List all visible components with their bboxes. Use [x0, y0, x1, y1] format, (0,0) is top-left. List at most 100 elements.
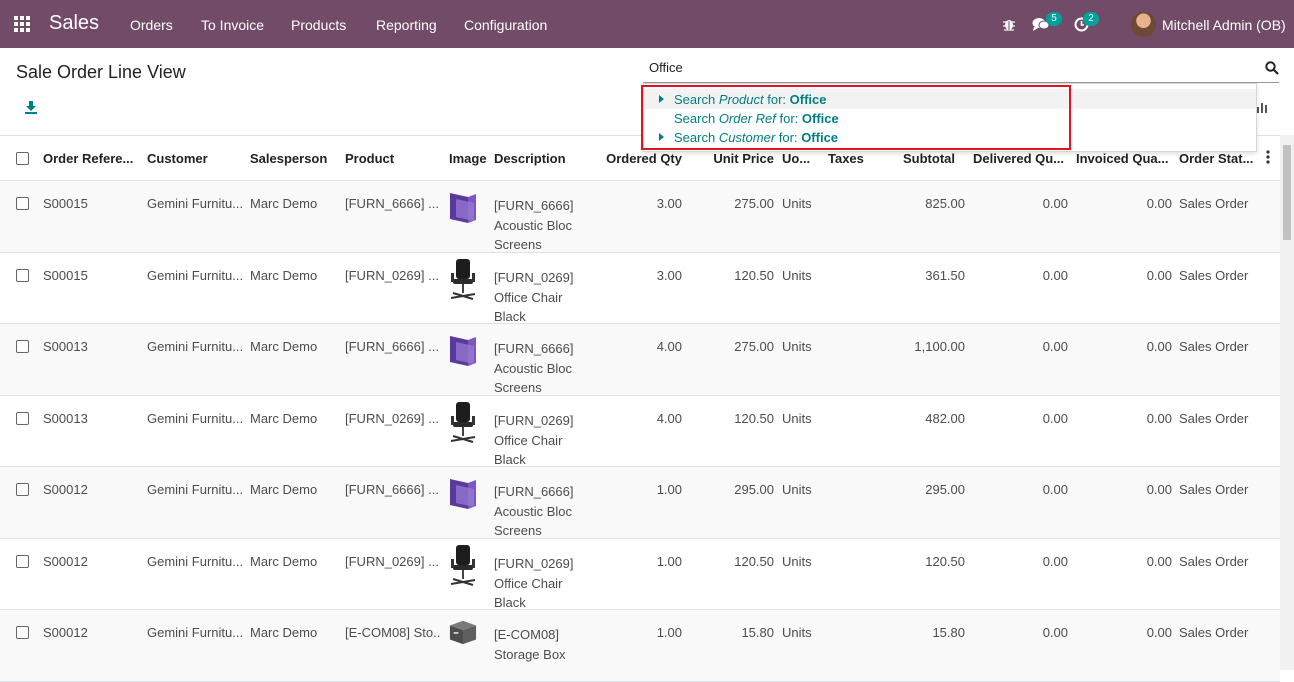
- apps-menu-icon[interactable]: [14, 16, 32, 34]
- app-brand[interactable]: Sales: [49, 12, 99, 35]
- row-checkbox[interactable]: [16, 340, 29, 353]
- unit-price-cell: 295.00: [734, 482, 774, 497]
- user-avatar[interactable]: [1131, 12, 1156, 37]
- col-subtotal[interactable]: Subtotal: [880, 151, 955, 166]
- expand-caret-icon[interactable]: [659, 133, 664, 141]
- customer-cell: Gemini Furnitu...: [147, 411, 242, 426]
- product-image-office-chair[interactable]: [448, 400, 478, 446]
- activities-count-badge: 2: [1083, 12, 1099, 26]
- description-line: Acoustic Bloc: [494, 360, 573, 376]
- ordered-qty-cell: 1.00: [656, 625, 682, 640]
- customer-cell: Gemini Furnitu...: [147, 482, 242, 497]
- row-checkbox[interactable]: [16, 412, 29, 425]
- product-image-storage-box[interactable]: [448, 618, 478, 646]
- download-icon[interactable]: [24, 100, 38, 114]
- col-order-status[interactable]: Order Stat...: [1179, 151, 1264, 166]
- col-description[interactable]: Description: [494, 151, 584, 166]
- product-image-office-chair[interactable]: [448, 257, 478, 303]
- table-row[interactable]: S00012 Gemini Furnitu... Marc Demo [FURN_66…: [0, 467, 1280, 539]
- debug-bug-icon[interactable]: [1002, 17, 1016, 31]
- row-checkbox[interactable]: [16, 197, 29, 210]
- suggestion-prefix: Search: [674, 92, 719, 107]
- description-line: [FURN_0269]: [494, 556, 574, 571]
- page-title: Sale Order Line View: [16, 62, 186, 82]
- menu-configuration[interactable]: Configuration: [464, 17, 547, 33]
- row-checkbox[interactable]: [16, 555, 29, 568]
- description-line: Screens: [494, 237, 542, 252]
- invoiced-qty-cell: 0.00: [1146, 268, 1172, 283]
- col-taxes[interactable]: Taxes: [828, 151, 873, 166]
- search-suggestion-order-ref[interactable]: Search Order Ref for: Office: [644, 108, 1256, 128]
- table-row[interactable]: S00013 Gemini Furnitu... Marc Demo [FURN_66…: [0, 324, 1280, 396]
- invoiced-qty-cell: 0.00: [1146, 625, 1172, 640]
- row-checkbox[interactable]: [16, 269, 29, 282]
- product-image-acoustic-screen[interactable]: [448, 475, 478, 511]
- col-uom[interactable]: Uo...: [782, 151, 822, 166]
- col-customer[interactable]: Customer: [147, 151, 237, 166]
- customer-cell: Gemini Furnitu...: [147, 268, 242, 283]
- col-product[interactable]: Product: [345, 151, 435, 166]
- graph-view-icon[interactable]: [1256, 101, 1268, 113]
- order-ref-cell: S00015: [43, 268, 88, 283]
- ordered-qty-cell: 3.00: [656, 268, 682, 283]
- table-row[interactable]: S00012 Gemini Furnitu... Marc Demo [FURN_02…: [0, 539, 1280, 610]
- subtotal-cell: 482.00: [925, 411, 965, 426]
- table-row[interactable]: S00015 Gemini Furnitu... Marc Demo [FURN_02…: [0, 253, 1280, 324]
- unit-price-cell: 15.80: [741, 625, 774, 640]
- product-cell: [FURN_0269] ...: [345, 268, 439, 283]
- col-unit-price[interactable]: Unit Price: [697, 151, 774, 166]
- col-salesperson[interactable]: Salesperson: [250, 151, 335, 166]
- col-invoiced-qty[interactable]: Invoiced Qua...: [1076, 151, 1171, 166]
- description-line: [E-COM08]: [494, 627, 560, 642]
- order-ref-cell: S00015: [43, 196, 88, 211]
- unit-price-cell: 120.50: [734, 554, 774, 569]
- search-suggestion-customer[interactable]: Search Customer for: Office: [644, 127, 1256, 147]
- table-row[interactable]: S00012 Gemini Furnitu... Marc Demo [E-COM08…: [0, 610, 1280, 682]
- uom-cell: Units: [782, 554, 812, 569]
- salesperson-cell: Marc Demo: [250, 339, 318, 354]
- subtotal-cell: 361.50: [925, 268, 965, 283]
- col-order-ref[interactable]: Order Refere...: [43, 151, 135, 166]
- col-delivered-qty[interactable]: Delivered Qu...: [973, 151, 1068, 166]
- search-input[interactable]: [649, 60, 1249, 75]
- invoiced-qty-cell: 0.00: [1146, 196, 1172, 211]
- search-suggestion-product[interactable]: Search Product for: Office: [644, 89, 1256, 109]
- description-line: Acoustic Bloc: [494, 503, 573, 519]
- description-line: [FURN_6666]: [494, 198, 574, 213]
- uom-cell: Units: [782, 196, 812, 211]
- row-checkbox[interactable]: [16, 483, 29, 496]
- product-image-acoustic-screen[interactable]: [448, 332, 478, 368]
- vertical-scrollbar[interactable]: [1280, 135, 1294, 670]
- description-line: [FURN_0269]: [494, 270, 574, 285]
- ordered-qty-cell: 4.00: [656, 411, 682, 426]
- menu-reporting[interactable]: Reporting: [376, 17, 437, 33]
- description-line: [FURN_6666]: [494, 341, 574, 356]
- subtotal-cell: 1,100.00: [914, 339, 965, 354]
- row-checkbox[interactable]: [16, 626, 29, 639]
- user-name[interactable]: Mitchell Admin (OB): [1162, 17, 1286, 33]
- menu-products[interactable]: Products: [291, 17, 346, 33]
- col-image[interactable]: Image: [449, 151, 489, 166]
- col-ordered-qty[interactable]: Ordered Qty: [598, 151, 682, 166]
- suggestion-term: Office: [789, 92, 827, 107]
- menu-to-invoice[interactable]: To Invoice: [201, 17, 264, 33]
- order-status-cell: Sales Order: [1179, 554, 1249, 569]
- select-all-checkbox[interactable]: [16, 152, 29, 165]
- search-icon[interactable]: [1265, 61, 1279, 75]
- description-line: Acoustic Bloc: [494, 217, 573, 233]
- expand-caret-icon[interactable]: [659, 95, 664, 103]
- order-status-cell: Sales Order: [1179, 196, 1249, 211]
- salesperson-cell: Marc Demo: [250, 554, 318, 569]
- suggestion-mid: for:: [775, 111, 802, 126]
- suggestion-prefix: Search: [674, 130, 719, 145]
- table-row[interactable]: S00013 Gemini Furnitu... Marc Demo [FURN_02…: [0, 396, 1280, 467]
- table-row[interactable]: S00015 Gemini Furnitu... Marc Demo [FURN_66…: [0, 181, 1280, 253]
- optional-columns-icon[interactable]: [1266, 150, 1270, 164]
- product-image-acoustic-screen[interactable]: [448, 189, 478, 225]
- menu-orders[interactable]: Orders: [130, 17, 173, 33]
- scrollbar-thumb[interactable]: [1283, 145, 1291, 240]
- search-bar: [643, 56, 1279, 83]
- delivered-qty-cell: 0.00: [1042, 411, 1068, 426]
- description-line: Office Chair: [494, 289, 563, 305]
- product-image-office-chair[interactable]: [448, 543, 478, 589]
